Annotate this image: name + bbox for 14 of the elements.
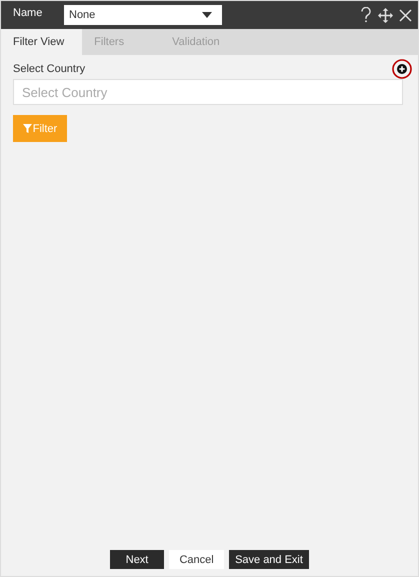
funnel-icon: [22, 124, 32, 133]
help-icon[interactable]: [360, 7, 372, 23]
country-field[interactable]: Select Country: [13, 79, 403, 105]
move-icon[interactable]: [378, 8, 393, 22]
close-icon[interactable]: [399, 8, 412, 22]
name-dropdown[interactable]: None: [64, 5, 222, 25]
tab[interactable]: Filter View: [1, 29, 82, 55]
field-label: Select Country: [13, 63, 86, 75]
name-label: Name: [13, 7, 44, 19]
footer-button[interactable]: Next: [110, 550, 164, 569]
footer-button[interactable]: Save and Exit: [229, 550, 309, 569]
plus-circle-icon[interactable]: [392, 59, 412, 79]
footer-button[interactable]: Cancel: [169, 550, 224, 569]
caret-icon: [202, 12, 212, 18]
